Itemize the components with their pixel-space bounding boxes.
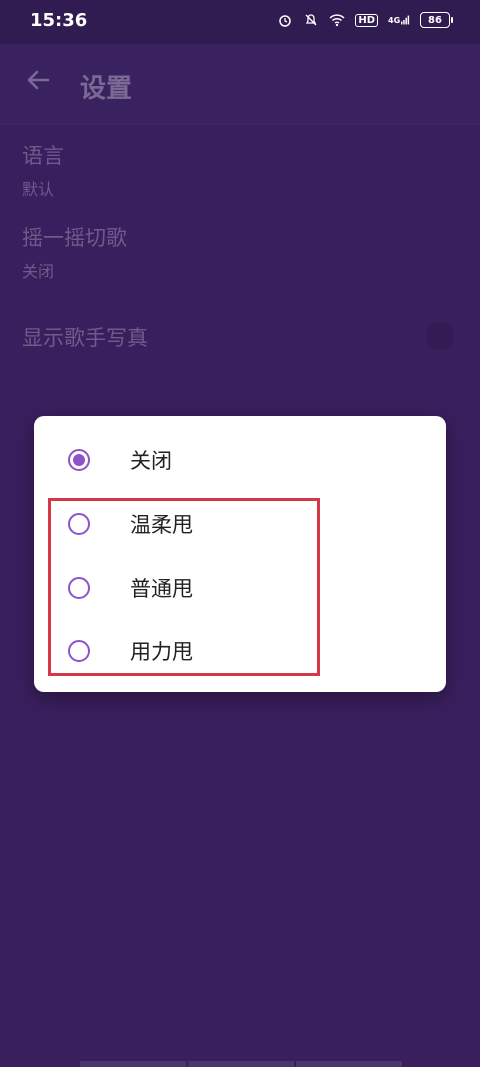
setting-value: 默认 [22,180,55,199]
battery-icon: 86 [420,12,453,28]
status-icons: HD 4G 86 [277,12,453,28]
artist-photo-toggle[interactable] [426,322,454,350]
page-title: 设置 [80,74,133,104]
gesture-bar [80,1061,404,1067]
back-button[interactable] [24,66,58,100]
hd-icon: HD [355,13,378,27]
setting-language[interactable]: 语言 默认 [22,140,64,200]
alarm-icon [277,12,293,28]
4g-signal-icon: 4G [388,12,410,28]
status-time: 15:36 [30,10,88,31]
app-bar: 设置 [0,44,480,125]
gesture-segment [188,1061,294,1067]
gesture-segment [80,1061,186,1067]
setting-value: 关闭 [22,262,55,281]
shake-mode-dialog: 关闭 温柔甩 普通甩 用力甩 [34,416,446,692]
radio-button[interactable] [68,513,90,535]
setting-name: 语言 [22,144,64,168]
setting-show-artist-photo[interactable]: 显示歌手写真 [22,322,148,352]
battery-level: 86 [428,14,442,26]
setting-name: 摇一摇切歌 [22,226,127,250]
option-label: 关闭 [130,449,172,473]
status-bar: 15:36 HD 4G 86 [0,0,480,44]
arrow-left-icon [27,70,50,90]
mute-icon [303,12,319,28]
option-gentle[interactable]: 温柔甩 [68,496,428,552]
option-label: 温柔甩 [130,513,193,537]
gesture-segment [296,1061,402,1067]
option-strong[interactable]: 用力甩 [68,623,428,679]
option-label: 用力甩 [130,640,193,664]
option-off[interactable]: 关闭 [68,432,428,488]
option-normal[interactable]: 普通甩 [68,560,428,616]
option-label: 普通甩 [130,577,193,601]
setting-shake-switch[interactable]: 摇一摇切歌 关闭 [22,222,127,282]
radio-button[interactable] [68,577,90,599]
radio-button[interactable] [68,449,90,471]
wifi-icon [329,12,345,28]
setting-name: 显示歌手写真 [22,326,148,350]
radio-button[interactable] [68,640,90,662]
